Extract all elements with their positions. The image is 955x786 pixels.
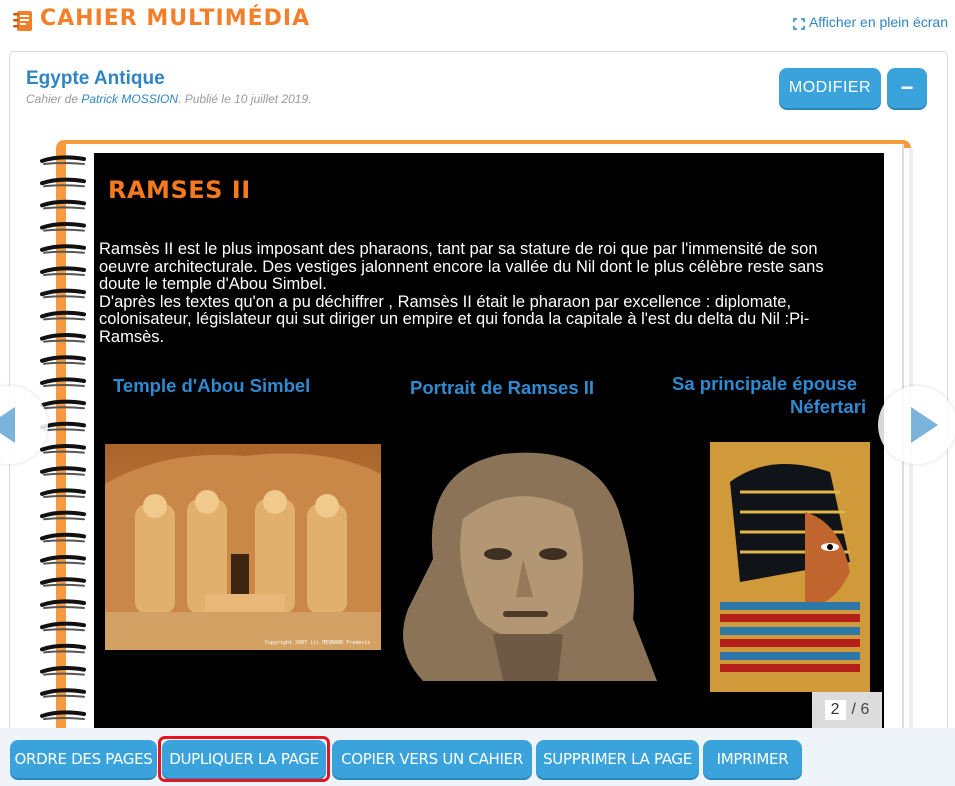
- current-page-number[interactable]: 2: [824, 700, 846, 720]
- page-order-button[interactable]: ORDRE DES PAGES: [10, 740, 157, 778]
- page-body-text: Ramsès II est le plus imposant des phara…: [99, 240, 859, 346]
- fullscreen-link[interactable]: Afficher en plein écran: [793, 14, 948, 30]
- collapse-button[interactable]: −: [887, 68, 927, 108]
- total-pages: / 6: [851, 701, 870, 718]
- spiral-ring: [40, 421, 86, 432]
- notebook-title: Egypte Antique: [26, 68, 165, 89]
- spiral-ring: [40, 621, 86, 632]
- fullscreen-label: Afficher en plein écran: [808, 14, 948, 30]
- notebook-meta: Cahier de Patrick MOSSION. Publié le 10 …: [26, 92, 312, 106]
- spiral-ring: [40, 288, 86, 299]
- spiral-ring: [40, 244, 86, 254]
- page-heading: RAMSES II: [108, 176, 251, 204]
- temple-abou-simbel-image: Copyright 2007 (c) MESNARD Frederic: [105, 444, 381, 650]
- spiral-ring: [40, 577, 86, 587]
- modify-button[interactable]: MODIFIER: [779, 68, 881, 108]
- spiral-ring: [40, 444, 86, 454]
- spiral-ring: [40, 155, 86, 165]
- next-page-button[interactable]: [878, 386, 955, 464]
- caption-spouse-line1: Sa principale épouse: [672, 373, 858, 394]
- image-credit: Copyright 2007 (c) MESNARD Frederic: [265, 640, 370, 646]
- spiral-ring: [40, 333, 86, 343]
- bottom-toolbar: ORDRE DES PAGES DUPLIQUER LA PAGE COPIER…: [0, 728, 955, 786]
- spiral-ring: [40, 710, 86, 720]
- fullscreen-icon: [793, 17, 805, 30]
- spiral-ring: [40, 555, 86, 565]
- page-paragraph-2: D'après les textes qu'on a pu déchiffrer…: [99, 292, 810, 346]
- spiral-ring: [40, 466, 86, 476]
- spiral-ring: [40, 532, 86, 543]
- caption-temple: Temple d'Abou Simbel: [113, 375, 311, 396]
- caption-portrait: Portrait de Ramses II: [410, 377, 595, 398]
- spiral-ring: [40, 666, 86, 676]
- spiral-ring: [40, 399, 86, 410]
- spiral-ring: [40, 599, 86, 609]
- author-name[interactable]: Patrick MOSSION: [81, 92, 178, 106]
- ramses-portrait-image: [393, 449, 657, 681]
- arrow-left-icon: [0, 407, 15, 443]
- copy-to-notebook-button[interactable]: COPIER VERS UN CAHIER: [332, 740, 532, 778]
- spiral-ring: [40, 510, 86, 521]
- spiral-ring: [40, 377, 86, 387]
- notebook-panel: Egypte Antique Cahier de Patrick MOSSION…: [9, 51, 948, 771]
- meta-prefix: Cahier de: [26, 92, 82, 106]
- delete-page-button[interactable]: SUPPRIMER LA PAGE: [536, 740, 699, 778]
- page-paragraph-1: Ramsès II est le plus imposant des phara…: [99, 240, 824, 293]
- caption-spouse-line2: Néfertari: [790, 396, 867, 417]
- spiral-ring: [40, 199, 86, 210]
- notebook-page: RAMSES II Ramsès II est le plus imposant…: [94, 153, 884, 728]
- notebook-logo-icon: [12, 9, 34, 33]
- spiral-ring: [40, 688, 86, 698]
- previous-page-button[interactable]: [0, 386, 48, 464]
- arrow-right-icon: [911, 407, 938, 443]
- meta-suffix: . Publié le 10 juillet 2019.: [178, 92, 312, 106]
- app-title: CAHIER MULTIMÉDIA: [40, 6, 311, 31]
- nefertari-image: [710, 442, 870, 692]
- print-button[interactable]: IMPRIMER: [703, 740, 802, 778]
- spiral-ring: [40, 310, 86, 321]
- spiral-ring: [40, 222, 86, 232]
- spiral-ring: [40, 266, 86, 276]
- spiral-ring: [40, 355, 86, 365]
- spiral-ring: [40, 488, 86, 498]
- duplicate-page-highlight: [158, 736, 330, 782]
- page-counter: 2 / 6: [812, 692, 882, 728]
- spiral-ring: [40, 177, 86, 188]
- spiral-ring: [40, 643, 86, 654]
